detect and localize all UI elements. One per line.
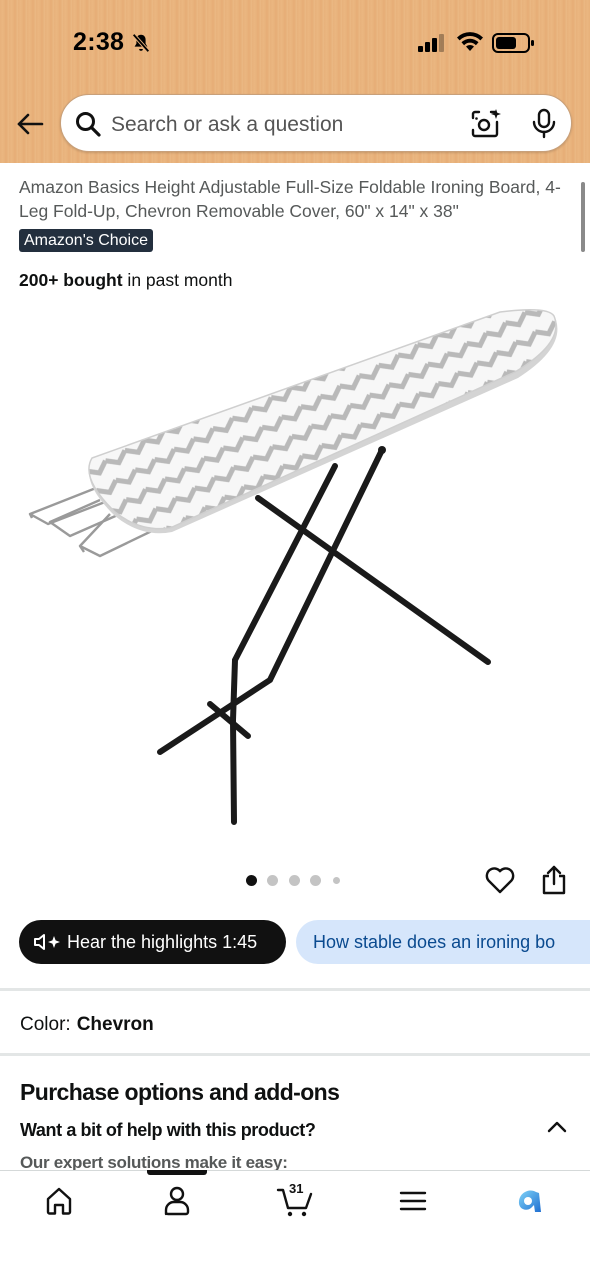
carousel-dot[interactable]: [333, 877, 340, 884]
carousel-dot[interactable]: [289, 875, 300, 886]
cart-count: 31: [289, 1181, 304, 1196]
search-input[interactable]: Search or ask a question: [60, 94, 572, 152]
color-selector[interactable]: Color: Chevron: [20, 1014, 154, 1036]
home-icon[interactable]: [42, 1184, 76, 1218]
section-divider: [0, 988, 590, 991]
nav-active-indicator: [147, 1170, 207, 1175]
section-divider: [0, 1053, 590, 1056]
image-carousel-dots[interactable]: [246, 875, 346, 887]
bought-count: 200+ bought in past month: [19, 270, 232, 291]
rufus-icon[interactable]: [512, 1184, 546, 1218]
amazons-choice-badge: Amazon's Choice: [19, 229, 153, 252]
help-heading: Want a bit of help with this product?: [20, 1120, 316, 1140]
microphone-icon[interactable]: [529, 107, 559, 139]
suggested-question-pill[interactable]: How stable does an ironing bo: [296, 920, 590, 964]
color-value: Chevron: [76, 1014, 154, 1035]
purchase-options-heading: Purchase options and add-ons: [20, 1079, 340, 1105]
carousel-dot[interactable]: [310, 875, 321, 886]
speaker-sparkle-icon: [34, 934, 60, 950]
bought-count-rest: in past month: [122, 270, 233, 290]
color-label: Color:: [20, 1014, 71, 1035]
hear-highlights-button[interactable]: Hear the highlights 1:45: [19, 920, 286, 964]
back-arrow-icon[interactable]: [14, 108, 46, 140]
bought-count-bold: 200+ bought: [19, 270, 123, 290]
product-title[interactable]: Amazon Basics Height Adjustable Full-Siz…: [19, 175, 574, 223]
status-time: 2:38: [73, 28, 125, 56]
hear-highlights-label: Hear the highlights 1:45: [67, 931, 258, 952]
carousel-dot[interactable]: [267, 875, 278, 886]
search-icon: [76, 112, 101, 137]
cellular-signal-icon: [418, 34, 444, 52]
ironing-board-image[interactable]: [20, 300, 570, 840]
wifi-icon: [457, 32, 483, 51]
search-placeholder: Search or ask a question: [111, 113, 344, 136]
camera-lens-icon[interactable]: [469, 108, 501, 140]
status-bar: 2:38: [0, 0, 590, 90]
expert-solutions-text: Our expert solutions make it easy:: [20, 1153, 288, 1171]
carousel-dot-active[interactable]: [246, 875, 257, 886]
bell-off-icon: [132, 33, 150, 53]
share-icon[interactable]: [540, 864, 568, 896]
account-icon[interactable]: [160, 1184, 194, 1218]
battery-icon: [492, 33, 534, 53]
header: 2:38 Search or ask a question: [0, 0, 590, 163]
heart-icon[interactable]: [484, 864, 516, 896]
menu-icon[interactable]: [396, 1184, 430, 1218]
scrollbar-thumb[interactable]: [581, 182, 585, 252]
chevron-up-icon[interactable]: [545, 1117, 569, 1137]
